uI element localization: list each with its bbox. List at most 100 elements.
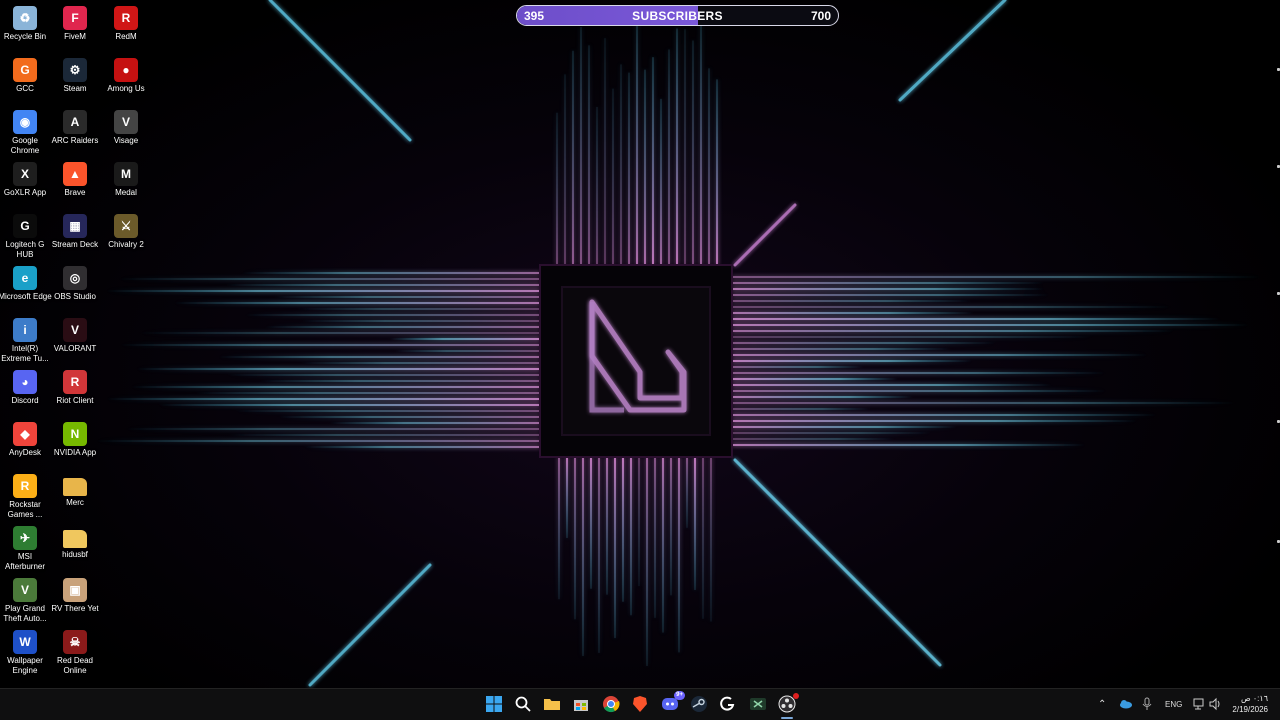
taskbar-start-button[interactable] [484, 695, 504, 715]
taskbar-goxlr-button[interactable] [748, 695, 768, 715]
taskbar-logitech-g-hub-button[interactable] [718, 695, 738, 715]
desktop-icon-brave[interactable]: ▲ Brave [50, 158, 100, 198]
fivem-icon: F [63, 6, 87, 30]
desktop-icon-label: AnyDesk [8, 448, 41, 457]
desktop-icon-medal[interactable]: M Medal [101, 158, 151, 198]
system-clock[interactable]: ٠:١٦ ص 2/19/2026 [1232, 693, 1268, 715]
desktop-icon-rv-there-yet[interactable]: ▣ RV There Yet [50, 574, 100, 614]
desktop-icon-nvidia-app[interactable]: N NVIDIA App [50, 418, 100, 458]
desktop-icon-label: MSI Afterburner [4, 552, 46, 571]
desktop-icon-chivalry-2[interactable]: ⚔ Chivalry 2 [101, 210, 151, 250]
desktop-icon-logitech-g-hub[interactable]: G Logitech G HUB [0, 210, 50, 260]
folder-icon [63, 530, 87, 548]
desktop-icon-red-dead-online[interactable]: ☠ Red Dead Online [50, 626, 100, 676]
taskbar-file-explorer-button[interactable] [542, 695, 562, 715]
obs-icon: ◎ [63, 266, 87, 290]
desktop-icon-label: Stream Deck [51, 240, 99, 249]
desktop-icon-msi-afterburner[interactable]: ✈ MSI Afterburner [0, 522, 50, 572]
desktop-icon-fivem[interactable]: F FiveM [50, 2, 100, 42]
discord-icon: ◕ [13, 370, 37, 394]
intel-icon: i [13, 318, 37, 342]
taskbar-brave-button[interactable] [630, 695, 650, 715]
desktop-icon-label: NVIDIA App [53, 448, 97, 457]
desktop-icon-label: Merc [66, 498, 84, 507]
chrome-icon [602, 695, 620, 716]
desktop-icon-valorant[interactable]: V VALORANT [50, 314, 100, 354]
desktop-icon-gcc[interactable]: G GCC [0, 54, 50, 94]
among-us-icon: ● [114, 58, 138, 82]
onedrive-cloud-icon[interactable] [1119, 697, 1133, 713]
volume-icon[interactable] [1208, 697, 1222, 713]
desktop-icon-label: Riot Client [56, 396, 94, 405]
desktop-icon-wallpaper-engine[interactable]: W Wallpaper Engine [0, 626, 50, 676]
input-language[interactable]: ENG [1165, 700, 1182, 709]
desktop-icon-intel-extreme-tuning[interactable]: i Intel(R) Extreme Tu... [0, 314, 50, 364]
subscriber-label: SUBSCRIBERS [632, 9, 723, 23]
recycle-bin-icon: ♻ [13, 6, 37, 30]
desktop-icon-play-gta[interactable]: V Play Grand Theft Auto... [0, 574, 50, 624]
desktop-icon-arc-raiders[interactable]: A ARC Raiders [50, 106, 100, 146]
show-hidden-icons-chevron-icon[interactable]: ⌃ [1098, 699, 1106, 710]
desktop-icon-label: GoXLR App [3, 188, 47, 197]
chrome-icon: ◉ [13, 110, 37, 134]
store-icon [572, 695, 590, 716]
taskbar-obs-button[interactable] [777, 693, 799, 715]
desktop-icon-hidusbf[interactable]: hidusbf [50, 522, 100, 560]
rdo-icon: ☠ [63, 630, 87, 654]
anydesk-icon: ◆ [13, 422, 37, 446]
desktop-icon-riot-client[interactable]: R Riot Client [50, 366, 100, 406]
notification-badge: 9+ [674, 691, 685, 700]
desktop-icon-label: Logitech G HUB [5, 240, 45, 259]
desktop-icon-label: Google Chrome [10, 136, 40, 155]
desktop-icon-among-us[interactable]: ● Among Us [101, 54, 151, 94]
desktop-icon-discord[interactable]: ◕ Discord [0, 366, 50, 406]
desktop-icon-label: GCC [16, 84, 34, 93]
desktop-icon-label: Recycle Bin [3, 32, 47, 41]
microphone-icon[interactable] [1141, 697, 1153, 713]
taskbar-steam-button[interactable] [689, 695, 709, 715]
network-icon[interactable] [1192, 697, 1206, 713]
desktop-icon-recycle-bin[interactable]: ♻ Recycle Bin [0, 2, 50, 42]
active-app-indicator [781, 717, 793, 719]
redm-icon: R [114, 6, 138, 30]
taskbar-discord-button[interactable]: 9+ [660, 691, 685, 715]
taskbar-search-button[interactable] [513, 695, 533, 715]
taskbar-chrome-button[interactable] [601, 695, 621, 715]
desktop-icon-label: Steam [63, 84, 87, 93]
desktop-icon-microsoft-edge[interactable]: e Microsoft Edge [0, 262, 52, 302]
desktop-icon-merc[interactable]: Merc [50, 470, 100, 508]
desktop-icon-steam[interactable]: ⚙ Steam [50, 54, 100, 94]
steam-icon: ⚙ [63, 58, 87, 82]
medal-icon: M [114, 162, 138, 186]
desktop-icon-stream-deck[interactable]: ▦ Stream Deck [50, 210, 100, 250]
gta-icon: V [13, 578, 37, 602]
desktop-wallpaper [0, 0, 1280, 688]
visage-icon: V [114, 110, 138, 134]
afterburner-icon: ✈ [13, 526, 37, 550]
desktop-icon-rockstar-games[interactable]: R Rockstar Games ... [0, 470, 50, 520]
windows-start-icon [485, 695, 503, 716]
desktop-icon-label: Wallpaper Engine [7, 656, 43, 675]
recording-indicator [793, 693, 799, 699]
brave-icon: ▲ [63, 162, 87, 186]
clock-date: 2/19/2026 [1232, 705, 1268, 714]
logitech-icon: G [13, 214, 37, 238]
edge-icon: e [13, 266, 37, 290]
search-icon [514, 695, 532, 716]
riot-icon: R [63, 370, 87, 394]
desktop-icon-goxlr-app[interactable]: X GoXLR App [0, 158, 50, 198]
desktop-icon-anydesk[interactable]: ◆ AnyDesk [0, 418, 50, 458]
desktop-icon-label: Chivalry 2 [108, 240, 144, 249]
desktop-icon-label: Discord [11, 396, 39, 405]
wallpaper-engine-icon: W [13, 630, 37, 654]
taskbar-microsoft-store-button[interactable] [571, 695, 591, 715]
goxlr-icon [749, 695, 767, 716]
desktop-icon-obs-studio[interactable]: ◎ OBS Studio [50, 262, 100, 302]
desktop-icon-google-chrome[interactable]: ◉ Google Chrome [0, 106, 50, 156]
clock-time: ٠:١٦ ص [1240, 694, 1268, 703]
brave-icon [631, 695, 649, 716]
desktop-icon-visage[interactable]: V Visage [101, 106, 151, 146]
folder-icon [63, 478, 87, 496]
goxlr-icon: X [13, 162, 37, 186]
desktop-icon-redm[interactable]: R RedM [101, 2, 151, 42]
